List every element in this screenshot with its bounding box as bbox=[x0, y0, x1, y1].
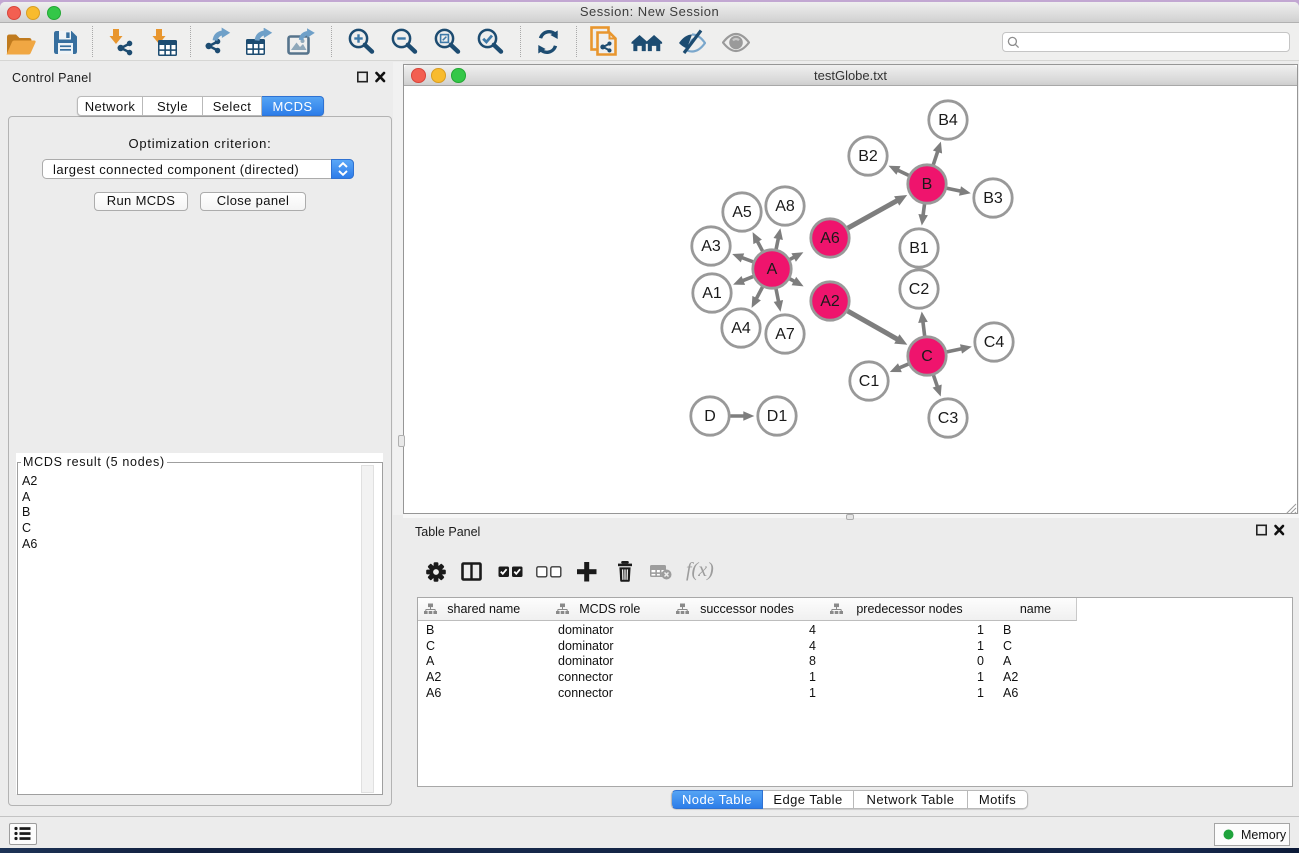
svg-text:D: D bbox=[704, 408, 716, 425]
svg-text:C3: C3 bbox=[938, 410, 959, 427]
svg-text:C2: C2 bbox=[909, 281, 930, 298]
svg-text:A5: A5 bbox=[732, 204, 752, 221]
svg-text:D1: D1 bbox=[767, 408, 788, 425]
svg-text:A3: A3 bbox=[701, 238, 721, 255]
svg-text:A6: A6 bbox=[820, 230, 840, 247]
svg-text:B4: B4 bbox=[938, 112, 958, 129]
svg-text:B2: B2 bbox=[858, 148, 878, 165]
svg-text:A: A bbox=[767, 261, 778, 278]
svg-text:A2: A2 bbox=[820, 293, 840, 310]
svg-text:A8: A8 bbox=[775, 198, 795, 215]
svg-text:C1: C1 bbox=[859, 373, 880, 390]
svg-text:A7: A7 bbox=[775, 326, 795, 343]
svg-text:B3: B3 bbox=[983, 190, 1003, 207]
svg-text:A4: A4 bbox=[731, 320, 751, 337]
svg-text:A1: A1 bbox=[702, 285, 722, 302]
svg-text:C4: C4 bbox=[984, 334, 1005, 351]
svg-text:C: C bbox=[921, 348, 933, 365]
svg-text:B: B bbox=[922, 176, 933, 193]
svg-text:B1: B1 bbox=[909, 240, 929, 257]
